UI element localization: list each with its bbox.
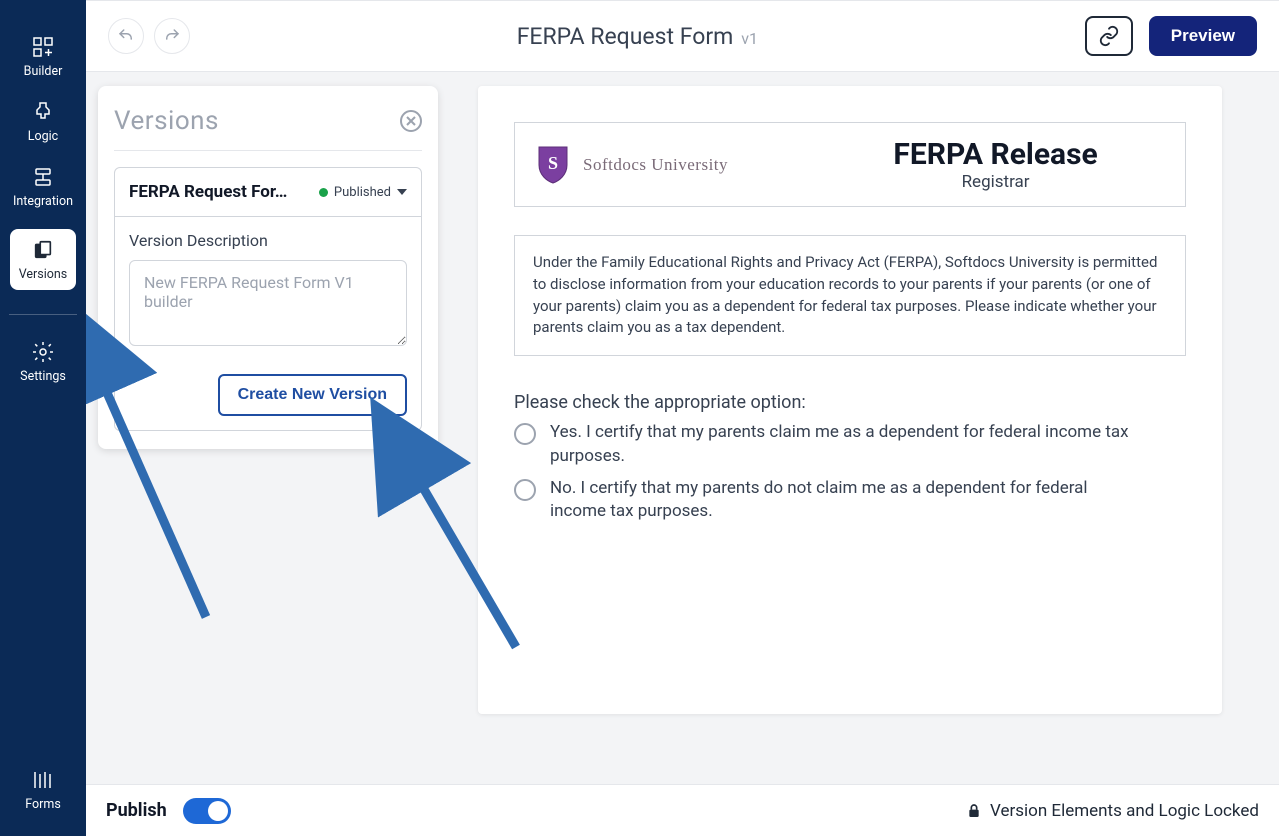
publish-label: Publish: [106, 800, 167, 821]
sidebar-item-label: Forms: [25, 797, 61, 812]
question-label: Please check the appropriate option:: [514, 392, 1186, 413]
status-badge: Published: [319, 185, 407, 200]
versions-heading: Versions: [114, 106, 219, 136]
redo-icon: [163, 27, 181, 45]
lock-icon: [966, 803, 982, 819]
preview-button[interactable]: Preview: [1149, 16, 1257, 56]
versions-close-button[interactable]: [400, 110, 422, 132]
radio-icon[interactable]: [514, 479, 536, 501]
lock-status-text: Version Elements and Logic Locked: [990, 801, 1259, 821]
publish-toggle[interactable]: [183, 798, 231, 824]
sidebar-divider: [9, 314, 78, 315]
form-preview-card: S Softdocs University FERPA Release Regi…: [478, 86, 1222, 714]
sidebar-item-label: Settings: [20, 369, 66, 384]
sidebar-item-label: Logic: [28, 129, 58, 144]
radio-icon[interactable]: [514, 423, 536, 445]
undo-button[interactable]: [108, 18, 144, 54]
share-link-button[interactable]: [1085, 16, 1133, 56]
current-version-row[interactable]: FERPA Request For… Published: [115, 168, 421, 217]
undo-redo-group: [108, 18, 190, 54]
main-area: FERPA Request Form v1 Preview Versions: [86, 0, 1279, 836]
forms-icon: [30, 767, 56, 793]
versions-panel: Versions FERPA Request For… Published: [98, 86, 438, 449]
footer-bar: Publish Version Elements and Logic Locke…: [86, 784, 1279, 836]
sidebar: Builder Logic Integration: [0, 0, 86, 836]
current-version-name: FERPA Request For…: [129, 182, 287, 202]
create-version-button[interactable]: Create New Version: [218, 374, 407, 416]
radio-label: Yes. I certify that my parents claim me …: [550, 421, 1130, 469]
workspace: Versions FERPA Request For… Published: [86, 72, 1279, 784]
close-icon: [406, 116, 416, 126]
form-title-text: FERPA Release: [826, 137, 1165, 172]
sidebar-item-logic[interactable]: Logic: [0, 89, 86, 154]
undo-icon: [117, 27, 135, 45]
versions-icon: [30, 237, 56, 263]
brand-block: S Softdocs University: [535, 145, 806, 185]
redo-button[interactable]: [154, 18, 190, 54]
integration-icon: [30, 164, 56, 190]
brand-logo-icon: S: [535, 145, 571, 185]
link-icon: [1098, 25, 1120, 47]
topbar: FERPA Request Form v1 Preview: [86, 0, 1279, 72]
toggle-knob: [208, 801, 228, 821]
info-box: Under the Family Educational Rights and …: [514, 235, 1186, 356]
sidebar-item-label: Builder: [24, 64, 63, 79]
status-dot-icon: [319, 188, 328, 197]
radio-option-yes[interactable]: Yes. I certify that my parents claim me …: [514, 421, 1186, 469]
question-block: Please check the appropriate option: Yes…: [514, 392, 1186, 524]
form-subtitle: Registrar: [826, 172, 1165, 192]
gear-icon: [30, 339, 56, 365]
app-root: Builder Logic Integration: [0, 0, 1279, 836]
sidebar-item-versions[interactable]: Versions: [0, 219, 86, 300]
sidebar-item-settings[interactable]: Settings: [0, 329, 86, 394]
sidebar-item-label: Integration: [13, 194, 73, 209]
radio-option-no[interactable]: No. I certify that my parents do not cla…: [514, 477, 1186, 525]
builder-icon: [30, 34, 56, 60]
description-textarea[interactable]: [129, 260, 407, 346]
form-header: S Softdocs University FERPA Release Regi…: [514, 122, 1186, 207]
chevron-down-icon: [397, 189, 407, 195]
sidebar-item-label: Versions: [19, 267, 68, 282]
description-label: Version Description: [129, 231, 407, 250]
form-version: v1: [741, 29, 758, 48]
logic-icon: [30, 99, 56, 125]
sidebar-item-forms[interactable]: Forms: [0, 757, 86, 822]
page-title: FERPA Request Form v1: [206, 23, 1069, 50]
status-label: Published: [334, 185, 391, 200]
brand-name: Softdocs University: [583, 155, 728, 175]
svg-text:S: S: [548, 153, 558, 173]
sidebar-item-integration[interactable]: Integration: [0, 154, 86, 219]
form-title: FERPA Request Form: [517, 23, 734, 50]
lock-status: Version Elements and Logic Locked: [966, 801, 1259, 821]
radio-label: No. I certify that my parents do not cla…: [550, 477, 1130, 525]
sidebar-item-builder[interactable]: Builder: [0, 24, 86, 89]
